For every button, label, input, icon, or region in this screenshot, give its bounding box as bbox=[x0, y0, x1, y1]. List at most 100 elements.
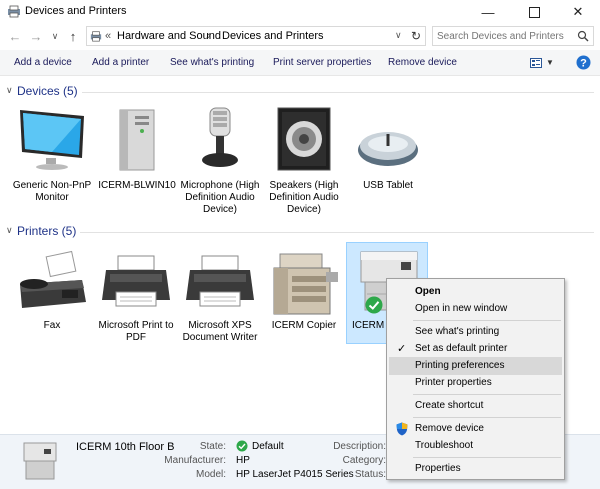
speaker-icon bbox=[277, 107, 331, 171]
checkmark-icon: ✓ bbox=[397, 343, 407, 355]
device-label: Speakers (High Definition Audio Device) bbox=[269, 180, 339, 215]
menu-item-open-in-new-window[interactable]: Open in new window bbox=[389, 300, 562, 318]
breadcrumb-overflow[interactable]: « bbox=[105, 30, 111, 42]
close-button[interactable]: ✕ bbox=[556, 0, 600, 24]
search-box[interactable] bbox=[432, 26, 594, 46]
forward-button[interactable]: → bbox=[28, 28, 44, 44]
minimize-button[interactable]: — bbox=[466, 0, 510, 24]
state-label: State: bbox=[199, 441, 226, 452]
manufacturer-value: HP bbox=[236, 455, 250, 466]
address-bar[interactable]: « Hardware and Sound › Devices and Print… bbox=[86, 26, 426, 46]
menu-item-printing-preferences[interactable]: Printing preferences bbox=[389, 357, 562, 375]
menu-item-create-shortcut[interactable]: Create shortcut bbox=[389, 397, 562, 415]
monitor-icon bbox=[20, 110, 84, 170]
devices-group-title: Devices (5) bbox=[17, 84, 78, 98]
minimize-icon: — bbox=[481, 4, 495, 20]
menu-item-label: Open bbox=[415, 286, 441, 297]
group-divider bbox=[80, 232, 594, 233]
description-label: Description: bbox=[333, 441, 386, 452]
breadcrumb-hardware-and-sound[interactable]: Hardware and Sound bbox=[117, 30, 221, 42]
arrow-left-icon: ← bbox=[8, 28, 22, 44]
menu-item-label: Open in new window bbox=[415, 303, 508, 314]
menu-item-label: Properties bbox=[415, 463, 461, 474]
default-check-icon bbox=[236, 440, 248, 452]
devices-printers-location-icon bbox=[90, 31, 102, 42]
menu-separator bbox=[413, 457, 561, 458]
recent-locations-button[interactable]: ∨ bbox=[47, 28, 63, 44]
close-icon: ✕ bbox=[572, 4, 584, 19]
view-options-icon[interactable] bbox=[530, 58, 542, 68]
print-server-properties-button[interactable]: Print server properties bbox=[273, 57, 371, 68]
devices-group-header[interactable]: ∨ Devices (5) bbox=[0, 83, 600, 101]
breadcrumb-devices-and-printers[interactable]: Devices and Printers bbox=[222, 30, 324, 42]
menu-item-label: Printing preferences bbox=[415, 360, 505, 371]
menu-separator bbox=[413, 320, 561, 321]
status-label: Status: bbox=[354, 469, 386, 480]
printers-group-title: Printers (5) bbox=[17, 224, 77, 238]
address-dropdown-icon[interactable]: ∨ bbox=[395, 30, 402, 41]
help-icon[interactable]: ? bbox=[576, 55, 591, 70]
add-device-button[interactable]: Add a device bbox=[14, 57, 72, 68]
devices-printers-app-icon bbox=[8, 5, 20, 18]
copier-icon bbox=[273, 253, 338, 315]
see-whats-printing-button[interactable]: See what's printing bbox=[170, 57, 254, 68]
context-menu: Open Open in new window See what's print… bbox=[386, 278, 565, 480]
menu-item-properties[interactable]: Properties bbox=[389, 460, 562, 478]
mouse-icon bbox=[358, 132, 418, 166]
maximize-icon bbox=[528, 6, 540, 18]
search-input[interactable] bbox=[437, 28, 567, 44]
chevron-down-icon: ∨ bbox=[6, 85, 13, 95]
address-row: ← → ∨ ↑ « Hardware and Sound › Devices a… bbox=[0, 26, 600, 48]
category-label: Category: bbox=[342, 455, 386, 466]
fax-icon bbox=[20, 250, 86, 308]
svg-text:?: ? bbox=[580, 58, 587, 70]
menu-item-remove-device[interactable]: Remove device bbox=[389, 420, 562, 438]
device-label: Generic Non-PnP Monitor bbox=[12, 180, 92, 203]
menu-separator bbox=[413, 394, 561, 395]
refresh-icon[interactable]: ↻ bbox=[411, 29, 421, 43]
printer-icon bbox=[186, 255, 254, 307]
search-icon[interactable] bbox=[577, 30, 589, 42]
printer-label: Fax bbox=[43, 320, 61, 331]
printers-group-header[interactable]: ∨ Printers (5) bbox=[0, 223, 600, 241]
menu-item-set-as-default-printer[interactable]: ✓ Set as default printer bbox=[389, 340, 562, 358]
uac-shield-icon bbox=[396, 422, 408, 436]
printer-label: Microsoft Print to PDF bbox=[98, 320, 174, 343]
menu-item-label: See what's printing bbox=[415, 326, 500, 337]
chevron-down-icon: ∨ bbox=[6, 225, 13, 235]
laser-printer-icon bbox=[23, 442, 57, 480]
up-button[interactable]: ↑ bbox=[65, 28, 81, 44]
remove-device-button[interactable]: Remove device bbox=[388, 57, 457, 68]
device-label: Microphone (High Definition Audio Device… bbox=[180, 180, 260, 215]
computer-tower-icon bbox=[119, 109, 155, 171]
menu-item-label: Create shortcut bbox=[415, 400, 484, 411]
back-button[interactable]: ← bbox=[7, 28, 23, 44]
maximize-button[interactable] bbox=[512, 0, 556, 24]
arrow-up-icon: ↑ bbox=[69, 28, 77, 44]
menu-item-open[interactable]: Open bbox=[389, 283, 562, 301]
menu-item-printer-properties[interactable]: Printer properties bbox=[389, 374, 562, 392]
microphone-icon bbox=[202, 107, 238, 167]
chevron-down-icon: ∨ bbox=[51, 30, 59, 41]
window-title: Devices and Printers bbox=[25, 5, 127, 17]
device-label: USB Tablet bbox=[363, 180, 413, 191]
model-label: Model: bbox=[195, 469, 226, 480]
title-bar: Devices and Printers — ✕ bbox=[0, 0, 600, 24]
menu-item-troubleshoot[interactable]: Troubleshoot bbox=[389, 437, 562, 455]
menu-item-see-whats-printing[interactable]: See what's printing bbox=[389, 323, 562, 341]
device-label: ICERM-BLWIN10 bbox=[98, 180, 176, 191]
add-printer-button[interactable]: Add a printer bbox=[92, 57, 149, 68]
state-value: Default bbox=[252, 441, 284, 452]
printer-label: ICERM Copier bbox=[271, 320, 337, 331]
printer-label: Microsoft XPS Document Writer bbox=[182, 320, 258, 343]
command-bar: Add a device Add a printer See what's pr… bbox=[0, 50, 600, 76]
default-check-icon bbox=[365, 296, 383, 314]
breadcrumb-separator-icon: › bbox=[207, 30, 211, 42]
menu-item-label: Remove device bbox=[415, 423, 484, 434]
menu-item-label: Printer properties bbox=[415, 377, 492, 388]
menu-item-label: Troubleshoot bbox=[415, 440, 473, 451]
arrow-right-icon: → bbox=[29, 28, 43, 44]
view-dropdown-icon[interactable]: ▼ bbox=[546, 58, 554, 67]
menu-item-label: Set as default printer bbox=[415, 343, 508, 354]
printer-icon bbox=[102, 255, 170, 307]
